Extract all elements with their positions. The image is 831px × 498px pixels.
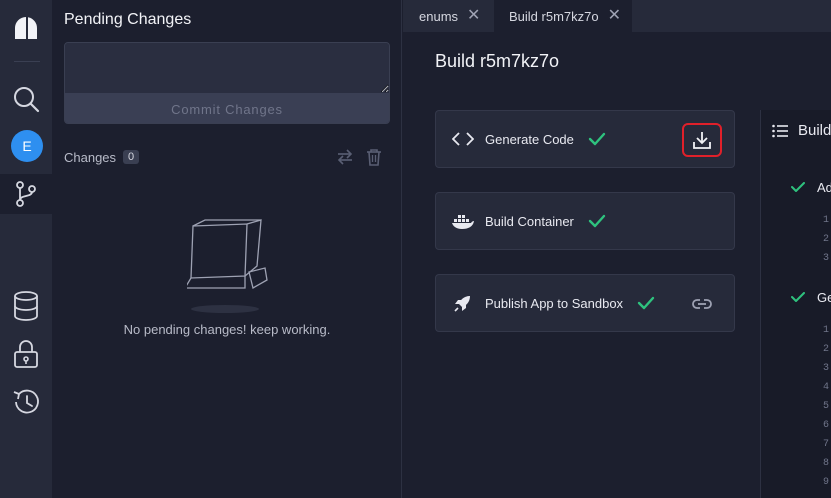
- build-log-panel: Build Ad 1 2 3 Ge 1 2 3 4 5 6 7 8 9: [760, 110, 831, 498]
- docker-icon: [452, 215, 474, 229]
- page-title: Build r5m7kz7o: [435, 51, 560, 71]
- swap-icon[interactable]: [336, 148, 354, 166]
- user-avatar[interactable]: E: [11, 130, 43, 162]
- line-number: 1: [823, 215, 830, 226]
- tab-bar: enums ✕ Build r5m7kz7o ✕: [403, 0, 831, 32]
- check-icon: [637, 296, 655, 310]
- commit-message-input[interactable]: [65, 43, 389, 93]
- log-title: Build: [798, 122, 831, 139]
- line-number: 3: [823, 363, 830, 374]
- sandbox-link-button[interactable]: [682, 287, 722, 321]
- changes-count-badge: 0: [123, 150, 140, 164]
- log-step[interactable]: Ge: [791, 290, 831, 305]
- line-number: 4: [823, 382, 830, 393]
- panel-title: Pending Changes: [64, 11, 192, 28]
- history-icon: [13, 389, 39, 414]
- trash-icon[interactable]: [366, 148, 382, 166]
- log-step-label: Ge: [817, 290, 831, 305]
- line-number: 2: [823, 344, 830, 355]
- check-icon: [588, 132, 606, 146]
- pending-changes-panel: Pending Changes Commit Changes Changes 0: [52, 0, 402, 498]
- rail-git[interactable]: [0, 174, 52, 214]
- log-header: Build: [772, 122, 831, 139]
- step-label: Publish App to Sandbox: [485, 295, 624, 311]
- code-icon: [452, 132, 474, 146]
- tab-build[interactable]: Build r5m7kz7o ✕: [494, 0, 632, 32]
- log-step-label: Ad: [817, 180, 831, 195]
- search-icon: [14, 87, 40, 113]
- rail-history[interactable]: [0, 382, 52, 422]
- empty-state-text: No pending changes! keep working.: [123, 322, 331, 337]
- step-publish-sandbox: Publish App to Sandbox: [435, 274, 735, 332]
- close-icon[interactable]: ✕: [608, 8, 621, 24]
- lock-icon: [14, 340, 38, 368]
- tab-enums[interactable]: enums ✕: [403, 0, 493, 32]
- commit-box: Commit Changes: [64, 42, 390, 124]
- download-code-button[interactable]: [682, 123, 722, 157]
- commit-changes-button[interactable]: Commit Changes: [65, 93, 389, 123]
- step-label: Generate Code: [485, 131, 574, 147]
- rail-divider: [14, 61, 40, 62]
- left-rail: E: [0, 0, 52, 498]
- database-icon: [14, 291, 38, 321]
- app-logo-icon[interactable]: [13, 15, 39, 41]
- line-number: 9: [823, 477, 830, 488]
- rail-database[interactable]: [0, 286, 52, 326]
- empty-box-illustration: [187, 219, 268, 313]
- check-icon: [791, 182, 805, 192]
- rail-lock[interactable]: [0, 334, 52, 374]
- step-label: Build Container: [485, 213, 574, 229]
- line-number: 3: [823, 253, 830, 264]
- changes-header: Changes 0: [64, 147, 390, 167]
- line-number: 2: [823, 234, 830, 245]
- list-icon: [772, 124, 788, 137]
- step-generate-code: Generate Code: [435, 110, 735, 168]
- check-icon: [791, 292, 805, 302]
- step-build-container: Build Container: [435, 192, 735, 250]
- link-icon: [692, 299, 712, 309]
- changes-label: Changes: [64, 149, 117, 165]
- line-number: 5: [823, 401, 830, 412]
- close-icon[interactable]: ✕: [467, 8, 480, 24]
- tab-label: enums: [419, 8, 459, 24]
- tab-label: Build r5m7kz7o: [509, 8, 599, 24]
- line-number: 7: [823, 439, 830, 450]
- line-number: 6: [823, 420, 830, 431]
- rocket-icon: [454, 296, 470, 312]
- check-icon: [588, 214, 606, 228]
- line-number: 8: [823, 458, 830, 469]
- rail-search[interactable]: [0, 79, 52, 119]
- git-branch-icon: [16, 181, 36, 207]
- line-number: 1: [823, 325, 830, 336]
- avatar-letter: E: [22, 138, 32, 154]
- download-icon: [693, 132, 711, 149]
- log-step[interactable]: Ad: [791, 180, 831, 195]
